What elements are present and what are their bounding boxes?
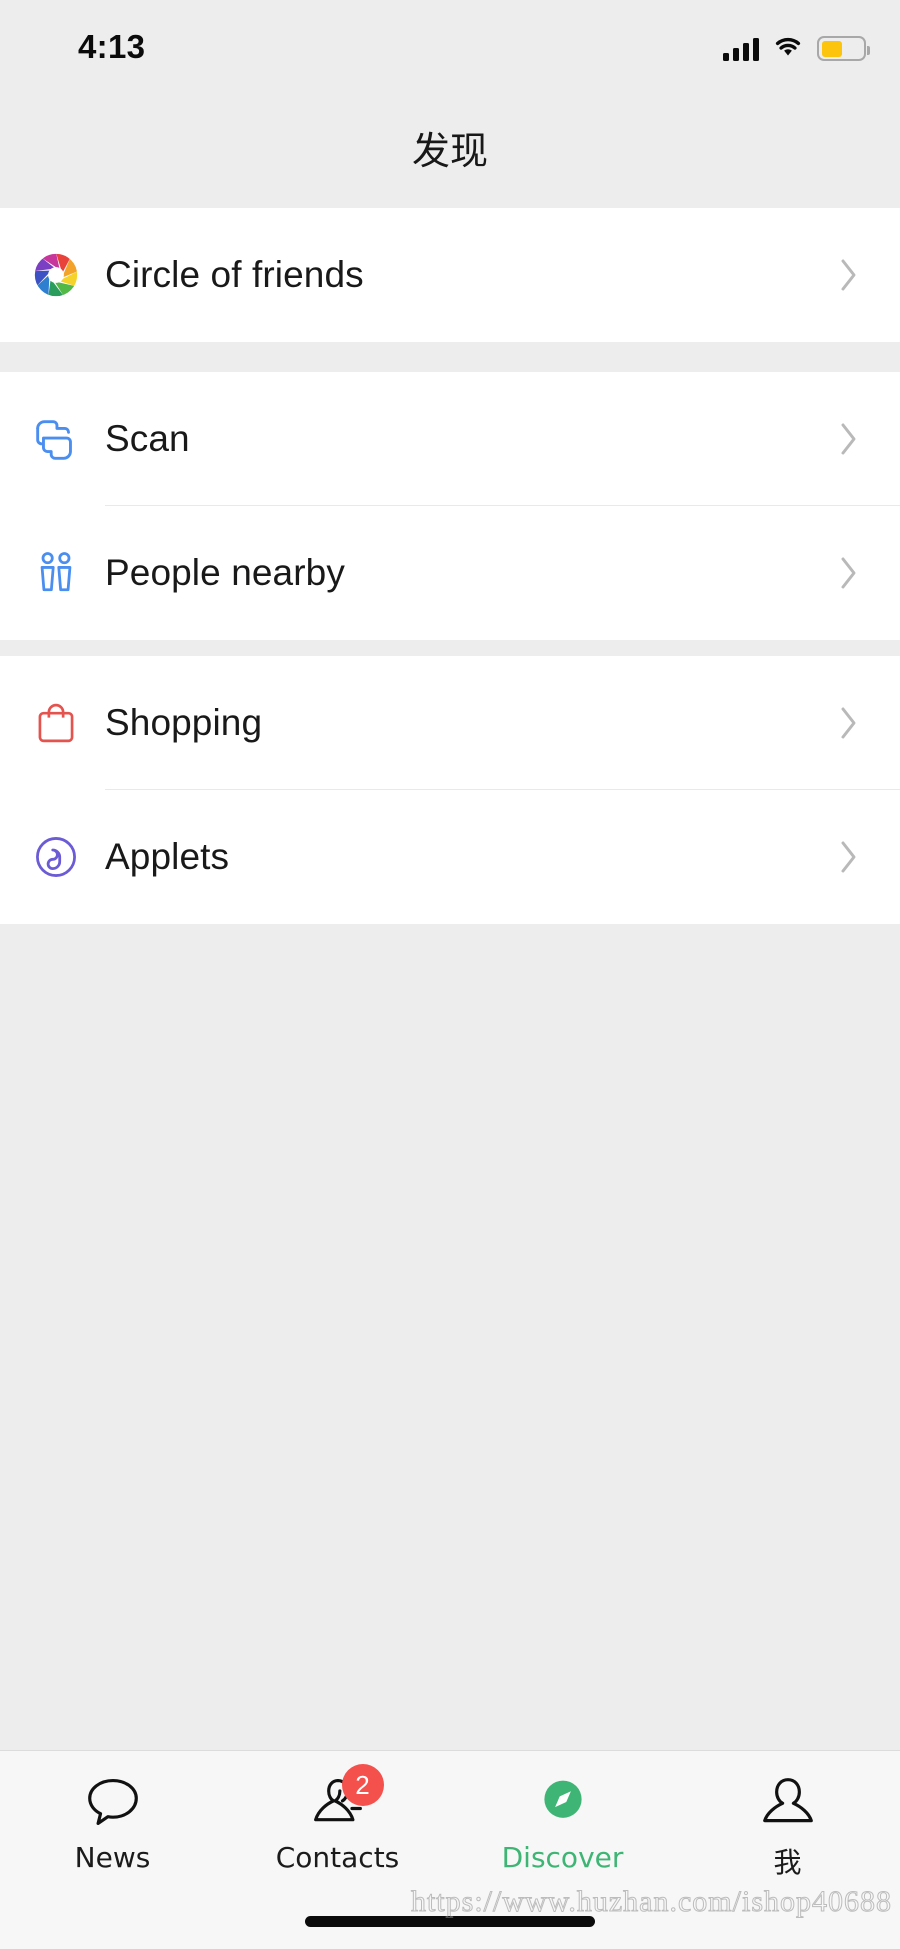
contacts-person-icon: 2 xyxy=(308,1764,384,1831)
people-nearby-icon xyxy=(28,545,84,601)
status-bar-time: 4:13 xyxy=(78,28,146,65)
tab-me-label: 我 xyxy=(773,1846,802,1879)
chat-bubble-icon xyxy=(83,1773,143,1831)
tab-news[interactable]: News xyxy=(0,1751,225,1949)
list-item-scan-label: Scan xyxy=(105,418,190,459)
list-item-applets[interactable]: Applets xyxy=(0,790,900,924)
status-bar: 4:13 xyxy=(0,0,900,88)
chevron-right-icon xyxy=(838,256,860,294)
cellular-signal-icon xyxy=(723,37,759,61)
tab-contacts-label: Contacts xyxy=(275,1841,400,1874)
shopping-bag-icon xyxy=(28,695,84,751)
home-indicator[interactable] xyxy=(305,1916,595,1927)
list-item-shopping[interactable]: Shopping xyxy=(0,656,900,790)
tab-discover-label: Discover xyxy=(501,1841,624,1874)
list-section-3: Shopping Applets xyxy=(0,656,900,924)
unread-badge: 2 xyxy=(341,1764,384,1806)
list-item-people-nearby[interactable]: People nearby xyxy=(0,506,900,640)
list-item-people-nearby-label: People nearby xyxy=(105,552,345,593)
tab-news-label: News xyxy=(74,1841,151,1874)
applets-icon xyxy=(28,829,84,885)
page-title: 发现 xyxy=(411,129,488,173)
phone-screen: 4:13 发现 Circle of friends Scan People near… xyxy=(0,0,900,1949)
wifi-icon xyxy=(773,34,803,63)
discover-compass-icon xyxy=(533,1773,593,1831)
list-item-scan[interactable]: Scan xyxy=(0,372,900,506)
list-section-1: Circle of friends xyxy=(0,208,900,342)
profile-person-icon xyxy=(758,1773,818,1831)
chevron-right-icon xyxy=(838,554,860,592)
list-item-circle-of-friends-label: Circle of friends xyxy=(105,254,364,295)
chevron-right-icon xyxy=(838,838,860,876)
status-bar-indicators xyxy=(723,34,870,63)
list-item-shopping-label: Shopping xyxy=(105,702,263,743)
list-item-applets-label: Applets xyxy=(105,836,230,877)
chevron-right-icon xyxy=(838,420,860,458)
chevron-right-icon xyxy=(838,704,860,742)
moments-aperture-icon xyxy=(28,247,84,303)
battery-icon xyxy=(817,36,870,61)
scan-icon xyxy=(28,411,84,467)
navigation-bar: 发现 xyxy=(0,88,900,208)
list-section-2: Scan People nearby xyxy=(0,372,900,640)
tab-me[interactable]: 我 xyxy=(675,1751,900,1949)
list-item-circle-of-friends[interactable]: Circle of friends xyxy=(0,208,900,342)
